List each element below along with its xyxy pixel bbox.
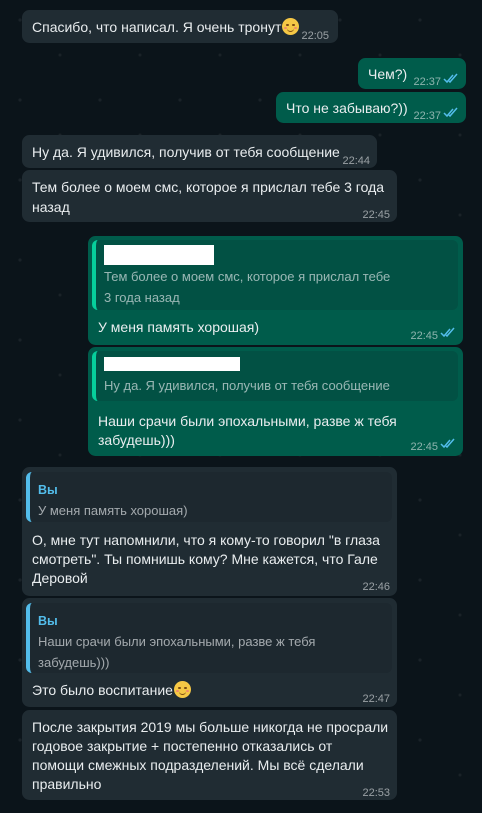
message-text-line: смотреть". Ты помнишь кому? Мне кажется,… xyxy=(32,551,378,567)
quoted-author: Вы xyxy=(38,614,58,628)
redacted-author-name xyxy=(104,245,214,265)
message-text-line: Тем более о моем смс, которое я прислал … xyxy=(32,179,385,195)
message-text: Что не забываю?)) xyxy=(286,100,408,116)
message-incoming[interactable]: Тем более о моем смс, которое я прислал … xyxy=(22,170,397,222)
message-text-line: забудешь))) xyxy=(98,432,175,448)
quoted-text-line: Наши срачи были эпохальными, разве ж теб… xyxy=(38,634,316,649)
message-time: 22:37 xyxy=(413,76,441,88)
redacted-author-name xyxy=(104,357,240,371)
message-incoming-reply[interactable]: Вы Наши срачи были эпохальными, разве ж … xyxy=(22,598,397,707)
message-outgoing-reply[interactable]: Тем более о моем смс, которое я прислал … xyxy=(88,236,463,345)
message-time: 22:05 xyxy=(301,30,329,42)
quoted-text-line: У меня память хорошая) xyxy=(38,503,188,518)
message-incoming[interactable]: После закрытия 2019 мы больше никогда не… xyxy=(22,710,397,800)
quoted-message[interactable]: Вы У меня память хорошая) xyxy=(26,472,392,522)
touched-smile-emoji xyxy=(282,18,300,35)
message-time: 22:37 xyxy=(413,110,441,122)
message-text: Спасибо, что написал. Я очень тронут xyxy=(32,19,282,35)
message-outgoing-reply[interactable]: Ну да. Я удивился, получив от тебя сообщ… xyxy=(88,347,463,456)
message-time: 22:53 xyxy=(362,787,390,799)
message-text: Чем?) xyxy=(368,66,408,82)
message-time: 22:45 xyxy=(410,441,438,453)
message-text-line: помощи смежных подразделений. Мы всё сде… xyxy=(32,757,364,773)
message-outgoing[interactable]: Чем?) 22:37 xyxy=(358,58,466,89)
read-checkmarks-icon xyxy=(443,107,458,118)
read-checkmarks-icon xyxy=(440,327,455,338)
message-text: Это было воспитание xyxy=(32,682,173,698)
quoted-text-line: Ну да. Я удивился, получив от тебя сообщ… xyxy=(104,378,390,393)
quoted-message[interactable]: Тем более о моем смс, которое я прислал … xyxy=(92,240,458,310)
message-text-line: правильно xyxy=(32,776,102,792)
message-text-line: О, мне тут напомнили, что я кому-то гово… xyxy=(32,532,380,548)
message-text-line: назад xyxy=(32,199,70,215)
quoted-text-line: забудешь))) xyxy=(38,655,110,670)
message-text-line: Деровой xyxy=(32,570,88,586)
quoted-text-line: 3 года назад xyxy=(104,290,180,305)
read-checkmarks-icon xyxy=(443,73,458,84)
message-time: 22:44 xyxy=(342,155,370,167)
message-time: 22:46 xyxy=(362,581,390,593)
message-time: 22:45 xyxy=(410,330,438,342)
message-text-line: После закрытия 2019 мы больше никогда не… xyxy=(32,719,389,735)
quoted-message[interactable]: Вы Наши срачи были эпохальными, разве ж … xyxy=(26,603,392,673)
read-checkmarks-icon xyxy=(440,438,455,449)
message-text: У меня память хорошая) xyxy=(98,319,260,335)
message-time: 22:45 xyxy=(362,209,390,221)
quoted-text-line: Тем более о моем смс, которое я прислал … xyxy=(104,269,391,284)
message-text-line: Наши срачи были эпохальными, разве ж теб… xyxy=(98,413,397,429)
message-time: 22:47 xyxy=(362,693,390,705)
message-incoming-reply[interactable]: Вы У меня память хорошая) О, мне тут нап… xyxy=(22,467,397,596)
message-incoming[interactable]: Ну да. Я удивился, получив от тебя сообщ… xyxy=(22,135,377,168)
message-incoming[interactable]: Спасибо, что написал. Я очень тронут 22:… xyxy=(22,10,338,43)
message-outgoing[interactable]: Что не забываю?)) 22:37 xyxy=(276,92,466,123)
quoted-message[interactable]: Ну да. Я удивился, получив от тебя сообщ… xyxy=(92,351,458,401)
message-text-line: годовое закрытие + постепенно отказались… xyxy=(32,738,333,754)
relieved-smile-emoji xyxy=(173,681,191,698)
quoted-author: Вы xyxy=(38,483,58,497)
message-text: Ну да. Я удивился, получив от тебя сообщ… xyxy=(32,144,340,160)
